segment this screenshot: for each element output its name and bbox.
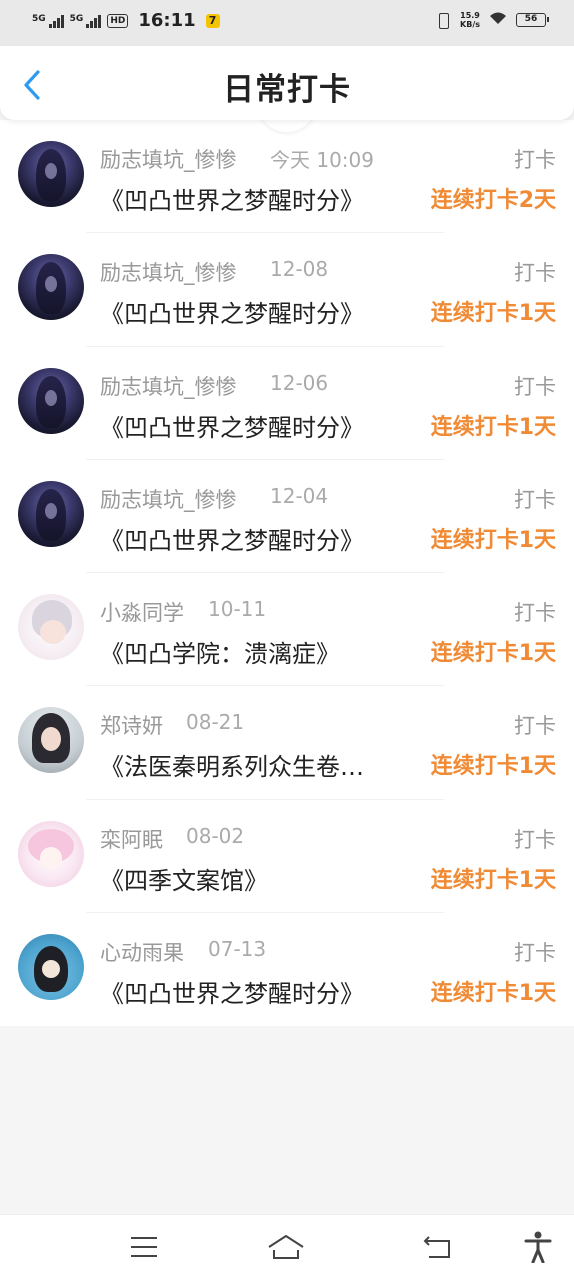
wifi-icon [488,10,508,30]
checkin-action-label: 打卡 [514,374,556,399]
back-icon [423,1236,450,1258]
streak-label: 连续打卡1天 [430,641,556,667]
checkin-list: 励志填坑_惨惨 今天 10:09 打卡 《凹凸世界之梦醒时分》 连续打卡2天 励… [0,120,574,1026]
book-title[interactable]: 《凹凸世界之梦醒时分》 [100,181,400,216]
avatar[interactable] [18,707,84,774]
checkin-date: 12-08 [270,257,329,282]
battery-icon: 56 [516,13,549,27]
avatar[interactable] [18,594,84,661]
system-nav-bar [0,1214,574,1280]
checkin-action-label: 打卡 [514,487,556,512]
checkin-date: 08-21 [186,710,245,735]
streak-label: 连续打卡1天 [430,867,556,893]
hd-icon: HD [107,13,129,28]
user-name[interactable]: 小淼同学 [100,597,184,627]
checkin-row[interactable]: 心动雨果 07-13 打卡 《凹凸世界之梦醒时分》 连续打卡1天 [0,913,574,1026]
checkin-row[interactable]: 励志填坑_惨惨 12-08 打卡 《凹凸世界之梦醒时分》 连续打卡1天 [0,233,574,347]
book-title[interactable]: 《法医秦明系列众生卷… [100,747,400,782]
avatar[interactable] [18,480,84,547]
user-name[interactable]: 励志填坑_惨惨 [100,257,237,287]
checkin-row[interactable]: 郑诗妍 08-21 打卡 《法医秦明系列众生卷… 连续打卡1天 [0,686,574,800]
home-button[interactable] [266,1229,306,1265]
page-header: 日常打卡 [0,46,574,120]
checkin-row[interactable]: 励志填坑_惨惨 12-06 打卡 《凹凸世界之梦醒时分》 连续打卡1天 [0,347,574,460]
checkin-date: 12-04 [270,483,329,508]
signal-icon: 5G [70,14,102,28]
user-name[interactable]: 栾阿眠 [100,824,163,854]
user-name[interactable]: 励志填坑_惨惨 [100,484,237,514]
home-icon [268,1235,304,1259]
status-time: 16:11 [138,10,196,31]
checkin-date: 12-06 [270,370,329,395]
streak-label: 连续打卡1天 [430,981,556,1007]
book-title[interactable]: 《凹凸世界之梦醒时分》 [100,521,400,556]
user-name[interactable]: 励志填坑_惨惨 [100,144,237,174]
streak-label: 连续打卡1天 [430,527,556,553]
signal-label: 5G [32,13,46,24]
book-title[interactable]: 《凹凸世界之梦醒时分》 [100,294,400,329]
checkin-action-label: 打卡 [514,714,556,739]
signal-label: 5G [69,13,84,24]
app-notification-icon: 7 [205,13,220,28]
checkin-date: 08-02 [186,823,245,848]
accessibility-button[interactable] [518,1229,558,1265]
checkin-action-label: 打卡 [514,601,556,626]
user-name[interactable]: 励志填坑_惨惨 [100,371,237,401]
checkin-date: 今天 10:09 [270,148,374,172]
streak-label: 连续打卡1天 [430,414,556,440]
streak-label: 连续打卡2天 [430,188,556,213]
checkin-action-label: 打卡 [514,941,556,966]
signal-icon: 5G [32,14,64,28]
checkin-row[interactable]: 栾阿眠 08-02 打卡 《四季文案馆》 连续打卡1天 [0,800,574,914]
book-title[interactable]: 《凹凸世界之梦醒时分》 [100,408,400,443]
avatar[interactable] [18,367,84,434]
user-name[interactable]: 心动雨果 [100,937,184,967]
network-speed-unit: KB/s [460,20,480,29]
checkin-date: 10-11 [208,597,267,622]
checkin-action-label: 打卡 [514,148,556,172]
avatar[interactable] [18,141,84,207]
checkin-action-label: 打卡 [514,827,556,852]
streak-label: 连续打卡1天 [430,754,556,780]
menu-button[interactable] [124,1229,164,1265]
checkin-date: 07-13 [208,937,267,962]
checkin-row[interactable]: 励志填坑_惨惨 今天 10:09 打卡 《凹凸世界之梦醒时分》 连续打卡2天 [0,120,574,234]
accessibility-icon [524,1231,552,1263]
book-title[interactable]: 《四季文案馆》 [100,861,400,896]
status-left: 5G 5G HD 16:11 7 [32,10,220,31]
menu-icon [131,1237,157,1257]
status-bar: 5G 5G HD 16:11 7 15.9 KB/s 56 [0,0,574,46]
network-speed: 15.9 KB/s [460,11,480,29]
checkin-row[interactable]: 小淼同学 10-11 打卡 《凹凸学院：溃漓症》 连续打卡1天 [0,573,574,687]
book-title[interactable]: 《凹凸学院：溃漓症》 [100,634,400,669]
avatar[interactable] [18,254,84,321]
back-nav-button[interactable] [418,1229,458,1265]
vibrate-icon [434,12,452,29]
avatar[interactable] [18,934,84,1001]
page-title: 日常打卡 [223,72,351,108]
status-right: 15.9 KB/s 56 [434,10,549,30]
network-speed-value: 15.9 [460,11,480,20]
book-title[interactable]: 《凹凸世界之梦醒时分》 [100,974,400,1009]
user-name[interactable]: 郑诗妍 [100,710,163,740]
streak-label: 连续打卡1天 [430,301,556,327]
checkin-row[interactable]: 励志填坑_惨惨 12-04 打卡 《凹凸世界之梦醒时分》 连续打卡1天 [0,460,574,574]
avatar[interactable] [18,820,84,887]
checkin-action-label: 打卡 [514,261,556,286]
